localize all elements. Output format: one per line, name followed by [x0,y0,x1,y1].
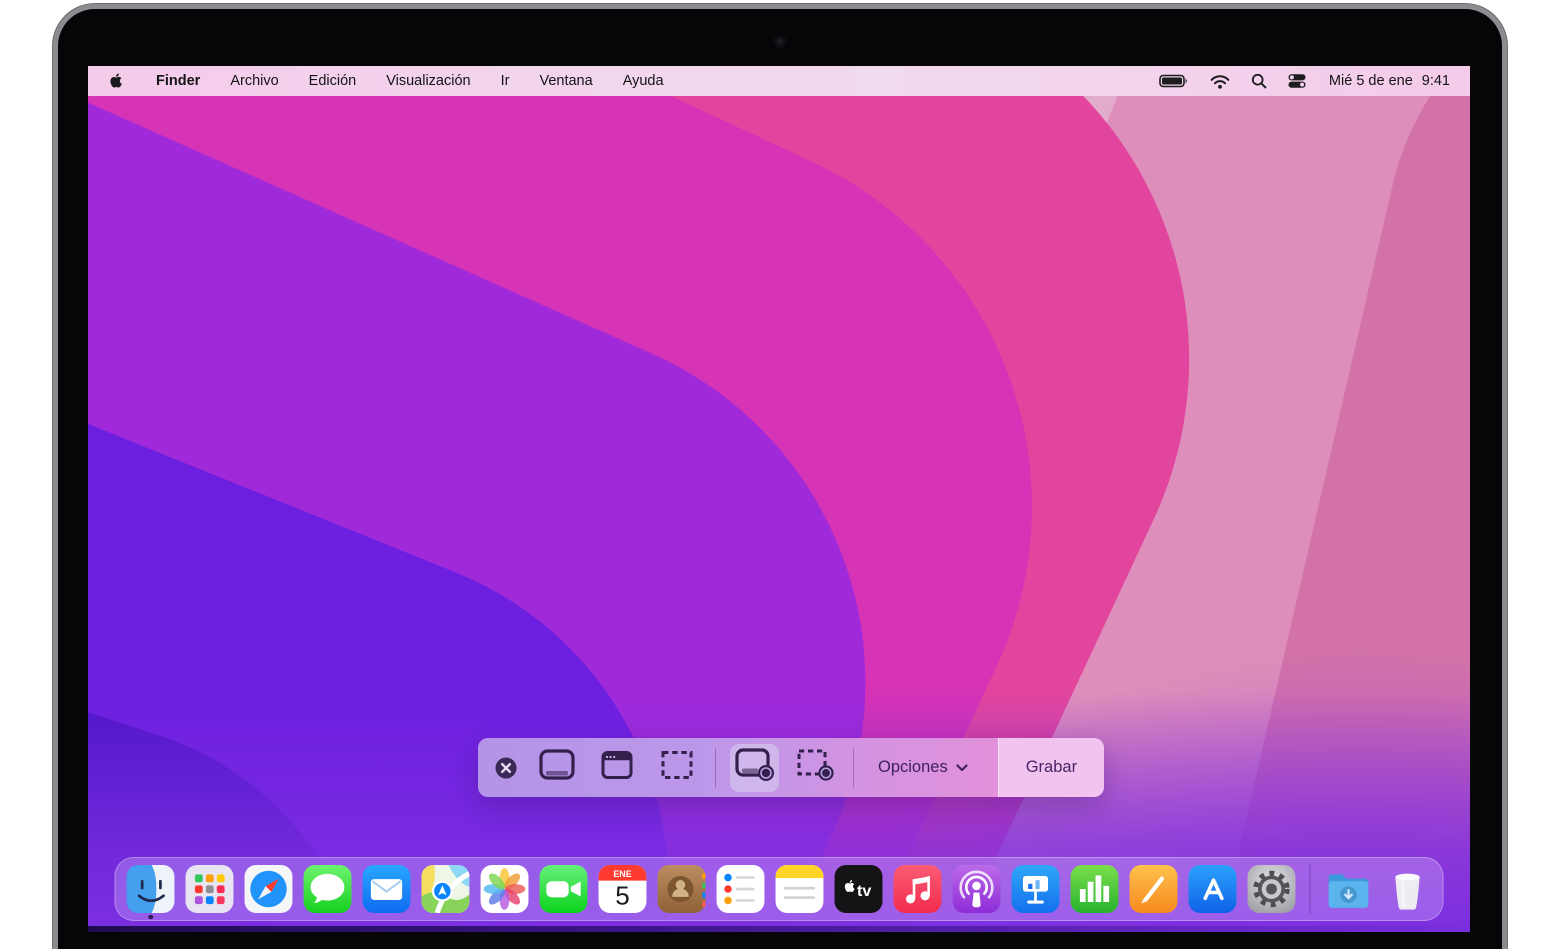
dock-facetime[interactable] [539,864,589,914]
dock-photos[interactable] [480,864,530,914]
spotlight-icon[interactable] [1251,73,1267,89]
record-selection-icon [793,747,837,788]
menu-ir[interactable]: Ir [501,73,510,89]
wallpaper-wave [416,66,1470,932]
dock-app-store[interactable] [1188,864,1238,914]
screenshot-toolbar: Opciones Grabar [478,738,1105,797]
dock-calendar[interactable]: ENE 5 [598,864,648,914]
toolbar-separator [715,747,716,788]
menu-ayuda[interactable]: Ayuda [623,73,664,89]
close-button[interactable] [493,755,519,781]
record-entire-screen-button[interactable] [730,743,779,792]
page: { "colors": { "menubar_bg": "#f4cbe9", "… [0,0,1560,949]
wallpaper-wave [88,66,896,638]
dock-trash[interactable] [1383,864,1433,914]
dock-notes[interactable] [775,864,825,914]
record-label: Grabar [1025,758,1078,776]
capture-window-icon [596,748,638,787]
dock-system-preferences[interactable] [1247,864,1297,914]
running-indicator [148,914,153,919]
record-screen-icon [733,747,777,788]
wallpaper-wave [88,66,1315,932]
menu-bar: Finder Archivo Edición Visualización Ir Venta… [88,66,1470,96]
capture-selection-icon [656,748,698,787]
wifi-icon[interactable] [1210,74,1230,89]
menu-edicion[interactable]: Edición [309,73,357,89]
dock-contacts[interactable] [657,864,707,914]
dock-podcasts[interactable] [952,864,1002,914]
status-area: Mié 5 de ene 9:41 [1159,73,1450,89]
menu-list: Finder Archivo Edición Visualización Ir Venta… [108,72,664,90]
menu-ventana[interactable]: Ventana [539,73,592,89]
record-button[interactable]: Grabar [997,738,1105,797]
clock-time: 9:41 [1421,73,1450,89]
wallpaper-glow [88,66,1470,932]
dock-finder[interactable] [126,864,176,919]
wallpaper-wave [575,66,1470,932]
record-group [730,743,839,792]
dock-keynote[interactable] [1011,864,1061,914]
dock-pages[interactable] [1129,864,1179,914]
screen: Finder Archivo Edición Visualización Ir Venta… [88,66,1470,932]
dock-reminders[interactable] [716,864,766,914]
capture-window-button[interactable] [592,744,641,792]
capture-group [532,744,701,792]
apple-menu[interactable] [108,72,122,90]
dock-numbers[interactable] [1070,864,1120,914]
menu-archivo[interactable]: Archivo [230,73,278,89]
options-dropdown[interactable]: Opciones [868,758,983,777]
clock-date: Mié 5 de ene [1328,73,1413,89]
dock-mail[interactable] [362,864,412,914]
options-label: Opciones [878,758,948,776]
dock: ENE 5 tv [114,857,1444,921]
wallpaper-wave [1099,66,1470,932]
dock-messages[interactable] [303,864,353,914]
record-selection-button[interactable] [790,744,839,792]
wallpaper-wave [744,66,1470,932]
screenshot-toolbar-main: Opciones [478,738,998,797]
capture-entire-screen-button[interactable] [532,744,581,792]
dock-downloads[interactable] [1324,864,1374,914]
toolbar-separator [853,747,854,788]
svg-text:tv: tv [857,882,871,900]
clock[interactable]: Mié 5 de ene 9:41 [1329,73,1450,89]
menu-finder[interactable]: Finder [156,73,200,89]
screen-bottom-edge [88,926,1470,932]
dock-safari[interactable] [244,864,294,914]
battery-icon[interactable] [1159,74,1189,88]
capture-screen-icon [536,748,578,787]
menu-visualizacion[interactable]: Visualización [386,73,470,89]
svg-text:5: 5 [615,881,629,911]
dock-launchpad[interactable] [185,864,235,914]
capture-selection-button[interactable] [652,744,701,792]
chevron-down-icon [956,758,968,777]
dock-maps[interactable] [421,864,471,914]
dock-divider [1309,864,1311,914]
wallpaper-wave [88,66,1157,932]
dock-music[interactable] [893,864,943,914]
camera-dot [775,37,785,46]
svg-text:ENE: ENE [613,869,631,879]
dock-apple-tv[interactable]: tv [834,864,884,914]
control-center-icon[interactable] [1288,74,1306,88]
wallpaper-wave [88,66,981,932]
wallpaper-wave [88,194,772,932]
